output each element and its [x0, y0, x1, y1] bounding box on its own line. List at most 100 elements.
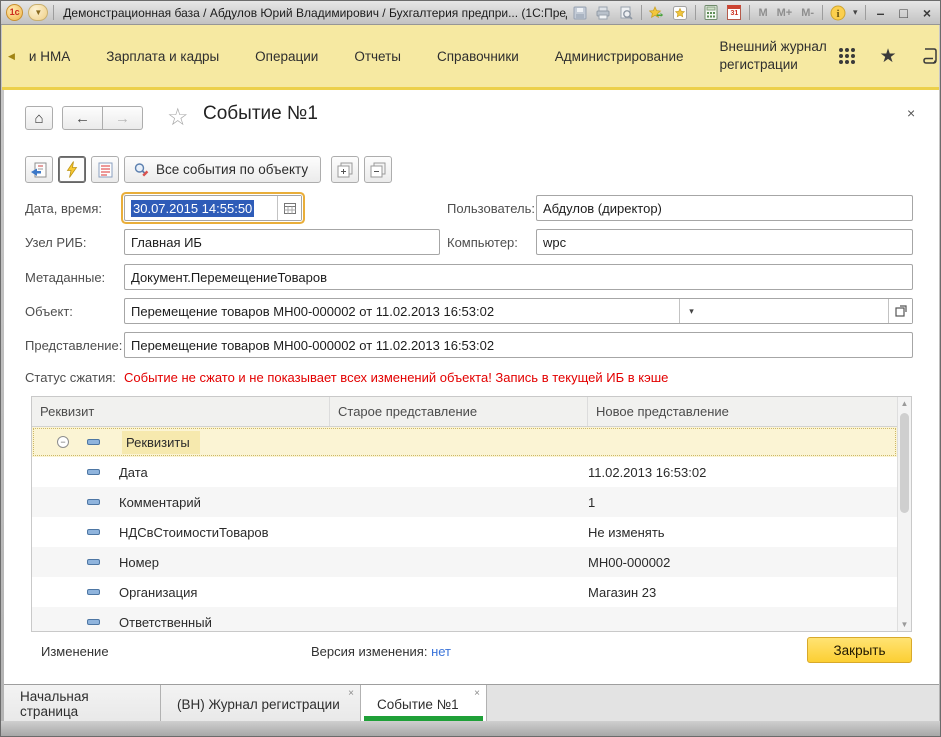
scroll-down-icon[interactable]: ▼ [898, 620, 911, 629]
object-open-icon[interactable] [888, 299, 912, 323]
new-value: 11.02.2013 16:53:02 [588, 465, 897, 480]
calendar-picker-icon[interactable] [277, 196, 301, 220]
section-menubar: ◀ и НМА Зарплата и кадры Операции Отчеты… [2, 25, 939, 90]
calculator-icon[interactable] [703, 5, 719, 21]
new-value: МН00-000002 [588, 555, 897, 570]
attribute-name: Ответственный [119, 615, 212, 630]
home-button[interactable]: ⌂ [25, 106, 53, 130]
current-event-button[interactable] [58, 156, 86, 183]
main-menu-button[interactable]: ▼ [28, 4, 48, 21]
attribute-name: НДСвСтоимостиТоваров [119, 525, 269, 540]
expand-all-button[interactable] [331, 156, 359, 183]
menu-item-catalogs[interactable]: Справочники [437, 49, 519, 64]
table-row[interactable]: Ответственный [32, 607, 897, 631]
tab-home-page[interactable]: Начальная страница [4, 685, 161, 723]
tab-registration-journal[interactable]: (ВН) Журнал регистрации × [161, 685, 361, 723]
journal-button[interactable] [25, 156, 53, 183]
close-button[interactable]: Закрыть [807, 637, 912, 663]
close-form-icon[interactable]: × [907, 105, 915, 121]
table-row[interactable]: Номер МН00-000002 [32, 547, 897, 577]
menu-scroll-left-icon[interactable]: ◀ [2, 51, 15, 62]
user-input[interactable]: Абдулов (директор) [536, 195, 913, 221]
print-icon[interactable] [595, 5, 611, 21]
event-form: ⌂ ← → ☆ Событие №1 × Все события по объе… [4, 90, 939, 684]
menu-item-nma[interactable]: и НМА [29, 49, 70, 64]
metadata-input[interactable]: Документ.ПеремещениеТоваров [124, 264, 913, 290]
node-input[interactable]: Главная ИБ [124, 229, 440, 255]
svg-text:i: i [837, 8, 840, 20]
computer-label: Компьютер: [447, 235, 518, 250]
favorite-star-icon[interactable]: ☆ [167, 103, 189, 132]
close-window-button[interactable]: × [919, 3, 935, 23]
add-favorite-icon[interactable] [649, 5, 665, 21]
menu-item-administration[interactable]: Администрирование [555, 49, 684, 64]
document-back-icon [30, 162, 48, 178]
table-row[interactable]: Дата 11.02.2013 16:53:02 [32, 457, 897, 487]
memory-minus-button[interactable]: M- [800, 7, 815, 19]
memory-button[interactable]: M [757, 7, 768, 19]
functions-menu-icon[interactable] [838, 47, 856, 65]
attribute-group-icon [87, 439, 100, 445]
attribute-name: Номер [119, 555, 159, 570]
memory-plus-button[interactable]: M+ [776, 7, 794, 19]
history-icon[interactable] [921, 47, 939, 65]
minimize-button[interactable]: – [873, 3, 889, 23]
tab-close-icon[interactable]: × [348, 688, 354, 699]
column-header-new[interactable]: Новое представление [588, 397, 885, 426]
event-data-button[interactable] [91, 156, 119, 183]
maximize-button[interactable]: □ [895, 3, 911, 23]
table-body: − Реквизиты Дата 11.02.2013 16:53:02 Ком… [32, 427, 897, 631]
changes-table: Реквизит Старое представление Новое пред… [31, 396, 912, 632]
date-label: Дата, время: [25, 201, 102, 216]
table-row[interactable]: Комментарий 1 [32, 487, 897, 517]
app-window: 1с ▼ Демонстрационная база / Абдулов Юри… [0, 0, 941, 737]
chevron-down-icon: ▼ [34, 8, 42, 17]
back-button[interactable]: ← [62, 106, 103, 130]
attribute-icon [87, 559, 100, 565]
scroll-up-icon[interactable]: ▲ [898, 399, 911, 408]
tab-event-1[interactable]: Событие №1 × [361, 685, 487, 723]
nav-history-group: ← → [62, 106, 143, 130]
computer-input[interactable]: wpc [536, 229, 913, 255]
version-link[interactable]: нет [431, 644, 451, 659]
table-row[interactable]: Организация Магазин 23 [32, 577, 897, 607]
print-preview-icon[interactable] [618, 5, 634, 21]
collapse-all-button[interactable] [364, 156, 392, 183]
attribute-name: Дата [119, 465, 148, 480]
date-input[interactable]: 30.07.2015 14:55:50 [124, 195, 302, 221]
version-label: Версия изменения: нет [311, 644, 451, 659]
object-dropdown-icon[interactable]: ▾ [679, 299, 703, 323]
table-group-row[interactable]: − Реквизиты [32, 427, 897, 457]
favorites-icon[interactable] [672, 5, 688, 21]
all-events-button[interactable]: Все события по объекту [124, 156, 321, 183]
presentation-input[interactable]: Перемещение товаров МН00-000002 от 11.02… [124, 332, 913, 358]
info-icon[interactable]: i [830, 5, 846, 21]
column-header-attribute[interactable]: Реквизит [32, 397, 330, 426]
menu-item-operations[interactable]: Операции [255, 49, 318, 64]
menu-item-reports[interactable]: Отчеты [354, 49, 401, 64]
forward-button[interactable]: → [103, 106, 143, 130]
favorites-menu-icon[interactable]: ★ [880, 47, 897, 66]
table-scrollbar[interactable]: ▲ ▼ [897, 397, 911, 631]
column-header-old[interactable]: Старое представление [330, 397, 588, 426]
divider [695, 5, 696, 20]
scrollbar-thumb[interactable] [900, 413, 909, 513]
divider [53, 5, 54, 20]
save-icon[interactable] [572, 5, 588, 21]
attribute-icon [87, 589, 100, 595]
table-row[interactable]: НДСвСтоимостиТоваров Не изменять [32, 517, 897, 547]
menu-item-external-journal[interactable]: Внешний журнал регистрации [720, 38, 838, 74]
calendar-icon[interactable]: 31 [726, 5, 742, 21]
info-dropdown-icon[interactable]: ▾ [853, 7, 858, 18]
computer-value: wpc [543, 235, 566, 250]
attribute-name: Комментарий [119, 495, 201, 510]
change-label: Изменение [41, 644, 109, 659]
attribute-icon [87, 499, 100, 505]
divider [749, 5, 750, 20]
new-value: 1 [588, 495, 897, 510]
collapse-group-icon[interactable]: − [57, 436, 69, 448]
presentation-label: Представление: [25, 338, 122, 353]
object-input[interactable]: Перемещение товаров МН00-000002 от 11.02… [124, 298, 913, 324]
menu-item-salary[interactable]: Зарплата и кадры [106, 49, 219, 64]
tab-close-icon[interactable]: × [474, 688, 480, 699]
